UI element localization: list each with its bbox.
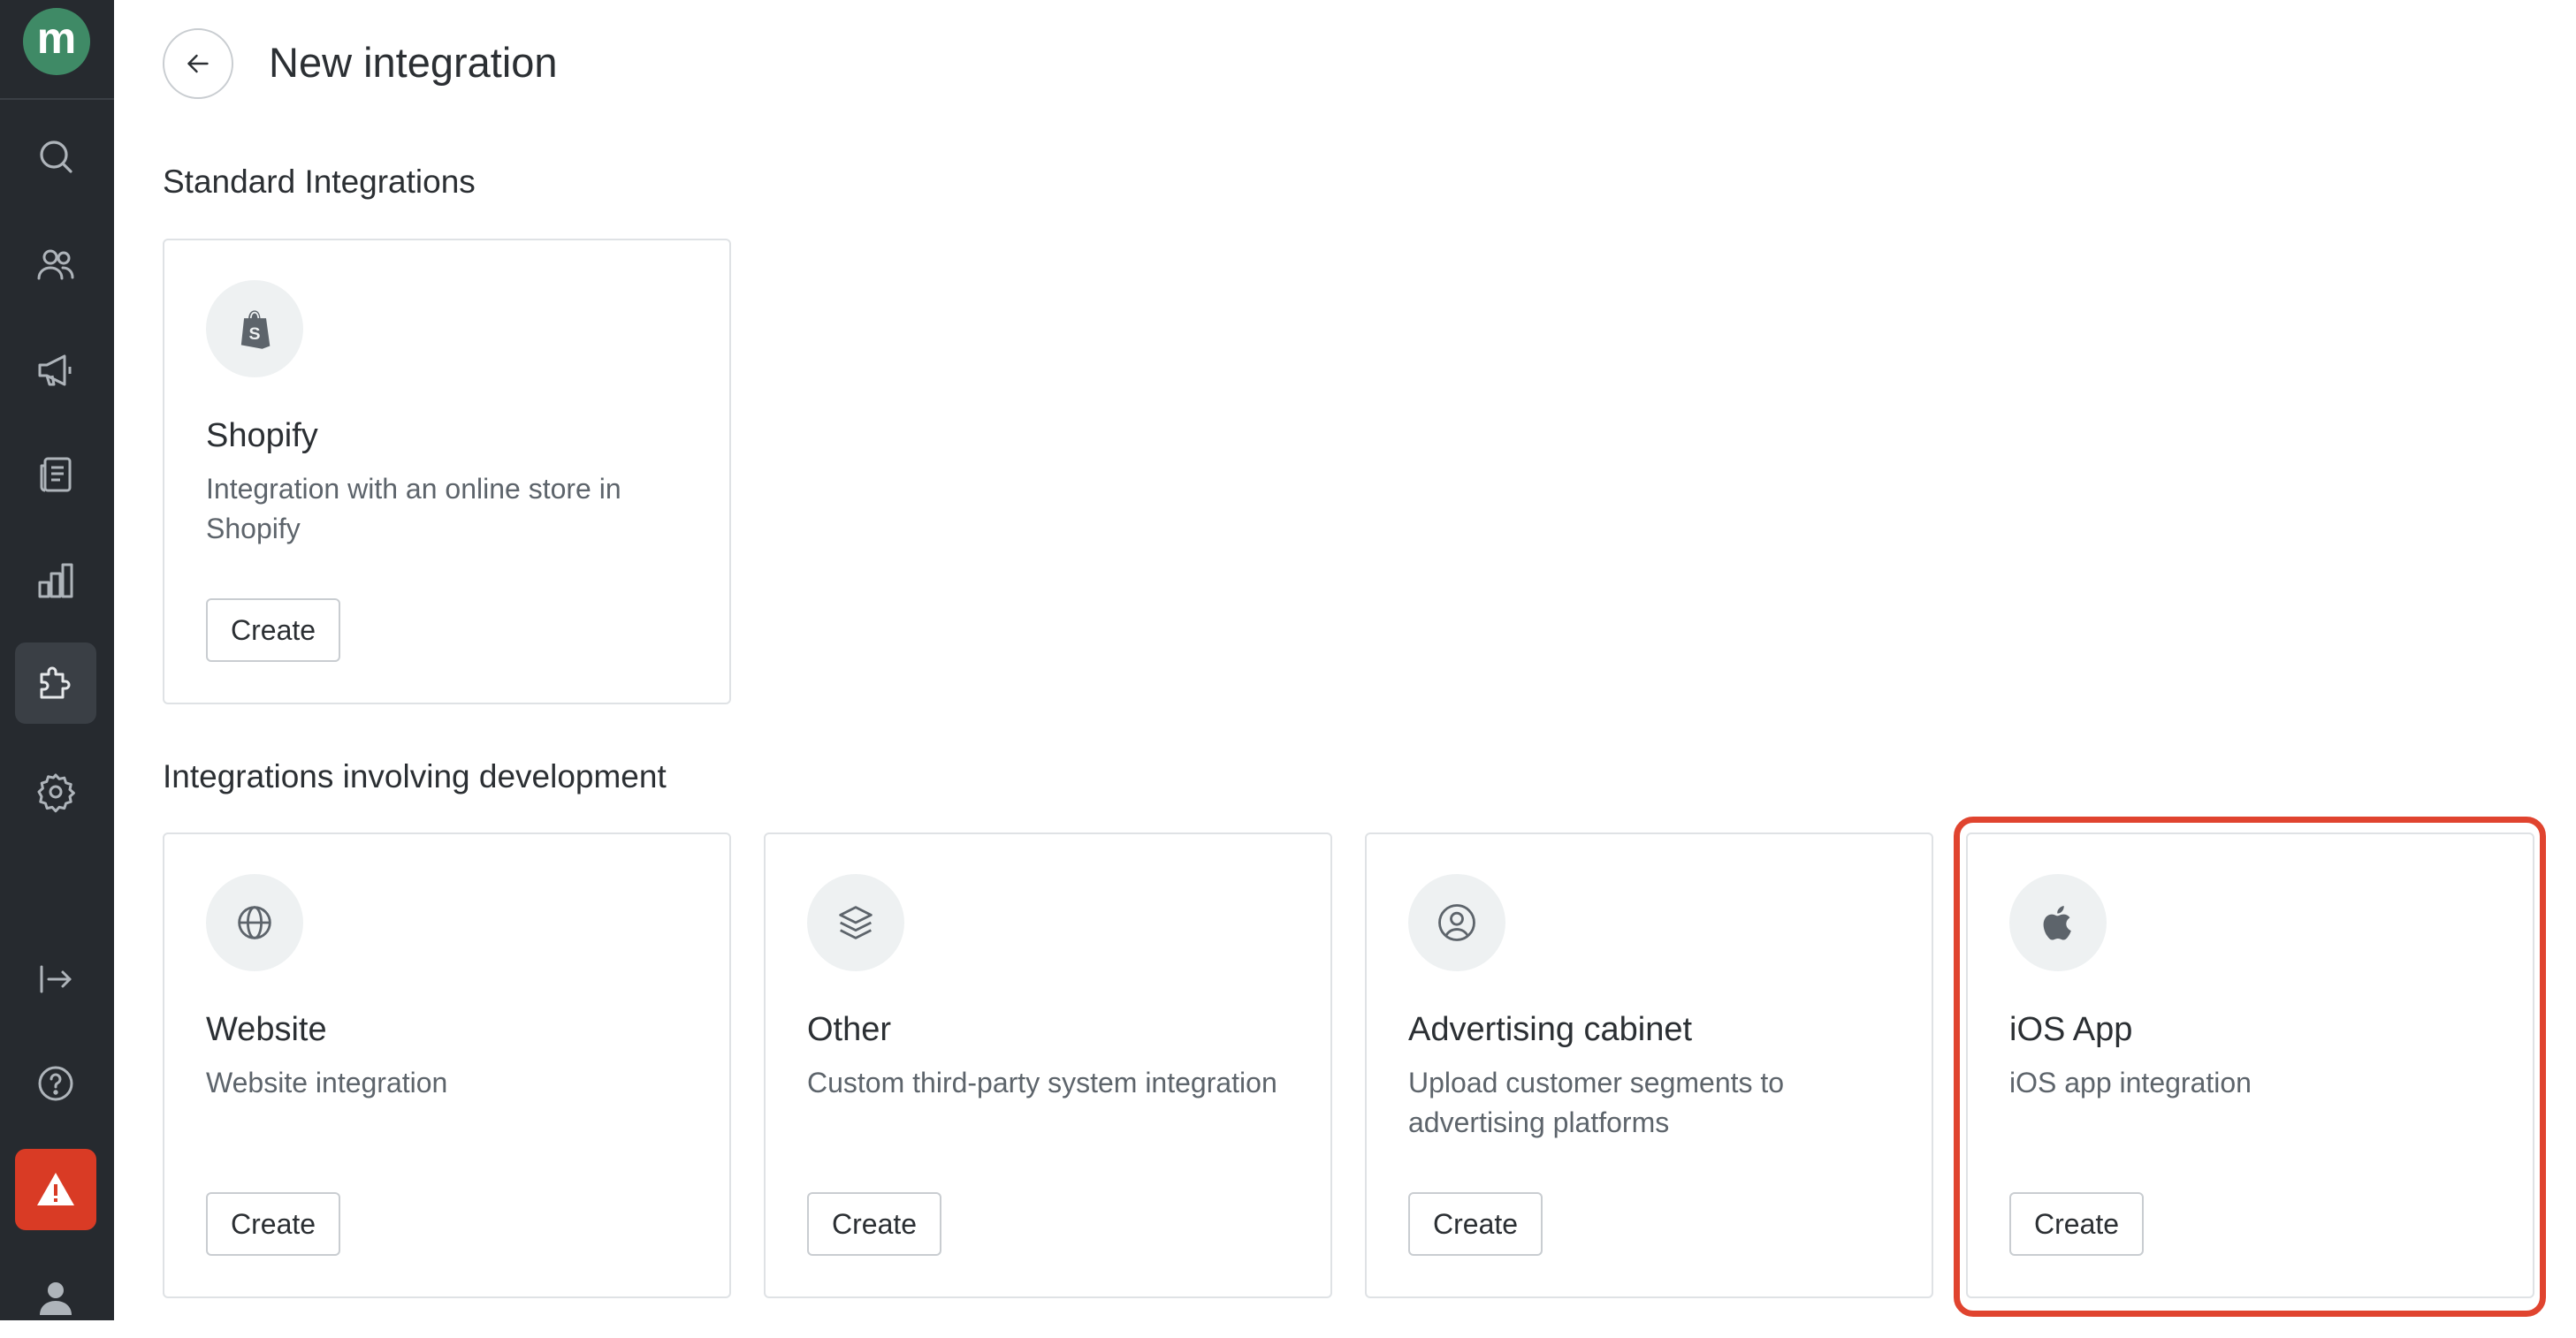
help-icon: [38, 1066, 73, 1101]
card-description: Website integration: [206, 1067, 448, 1099]
page-title: New integration: [269, 39, 558, 86]
card-icon-container: S: [206, 280, 303, 377]
create-button-other[interactable]: Create: [807, 1192, 942, 1256]
arrow-left-icon: [187, 54, 209, 73]
integration-card-advertising-cabinet: Advertising cabinet Upload customer segm…: [1365, 832, 1933, 1298]
sidebar-item-content[interactable]: [15, 434, 96, 515]
card-description: Upload customer segments to advertising …: [1408, 1067, 1785, 1138]
sidebar-item-settings[interactable]: [15, 751, 96, 832]
integration-card-shopify: S Shopify Integration with an online sto…: [163, 239, 731, 704]
integration-card-other: Other Custom third-party system integrat…: [764, 832, 1332, 1298]
layers-icon: [839, 906, 873, 939]
globe-icon: [238, 906, 271, 939]
exit-icon: [40, 965, 72, 993]
card-description: Custom third-party system integration: [807, 1067, 1277, 1099]
document-icon: [40, 457, 72, 492]
create-button-advertising-cabinet[interactable]: Create: [1408, 1192, 1543, 1256]
card-icon-container: [206, 874, 303, 971]
sidebar-item-integrations[interactable]: [15, 642, 96, 724]
create-button-shopify[interactable]: Create: [206, 598, 341, 662]
sidebar-item-analytics[interactable]: [15, 540, 96, 621]
sidebar-item-help[interactable]: [15, 1043, 96, 1124]
card-title: Website: [206, 1011, 327, 1048]
sidebar-item-campaigns[interactable]: [15, 330, 96, 411]
card-title: iOS App: [2009, 1011, 2133, 1048]
card-description: iOS app integration: [2009, 1067, 2252, 1099]
bar-chart-icon: [38, 563, 73, 598]
user-circle-icon: [1438, 904, 1475, 941]
sidebar-item-alert[interactable]: [15, 1149, 96, 1230]
card-title: Other: [807, 1011, 892, 1048]
sidebar-divider: [0, 98, 114, 100]
integration-card-ios-app: iOS App iOS app integration Create: [1966, 832, 2534, 1298]
apple-icon: [2043, 906, 2071, 940]
integration-card-website: Website Website integration Create: [163, 832, 731, 1298]
sidebar-item-search[interactable]: [15, 116, 96, 197]
shopify-icon: S: [240, 310, 271, 349]
app-logo[interactable]: m: [23, 8, 90, 75]
svg-text:S: S: [248, 324, 260, 344]
megaphone-icon: [38, 354, 72, 386]
user-icon: [40, 1282, 72, 1315]
gear-icon: [37, 773, 75, 813]
back-button[interactable]: [163, 28, 233, 99]
card-icon-container: [1408, 874, 1505, 971]
card-icon-container: [2009, 874, 2107, 971]
create-button-ios-app[interactable]: Create: [2009, 1192, 2145, 1256]
create-button-website[interactable]: Create: [206, 1192, 341, 1256]
card-title: Advertising cabinet: [1408, 1011, 1693, 1048]
puzzle-icon: [40, 666, 71, 699]
warning-icon: [37, 1173, 74, 1205]
section-title-standard: Standard Integrations: [163, 163, 476, 200]
sidebar-item-logout[interactable]: [15, 939, 96, 1020]
users-icon: [37, 249, 74, 280]
card-icon-container: [807, 874, 904, 971]
section-title-development: Integrations involving development: [163, 758, 667, 794]
sidebar-item-users[interactable]: [15, 224, 96, 305]
card-title: Shopify: [206, 417, 318, 454]
sidebar-item-profile[interactable]: [15, 1257, 96, 1338]
search-icon: [40, 141, 72, 173]
card-description: Integration with an online store in Shop…: [206, 473, 621, 544]
sidebar: m: [0, 0, 114, 1320]
